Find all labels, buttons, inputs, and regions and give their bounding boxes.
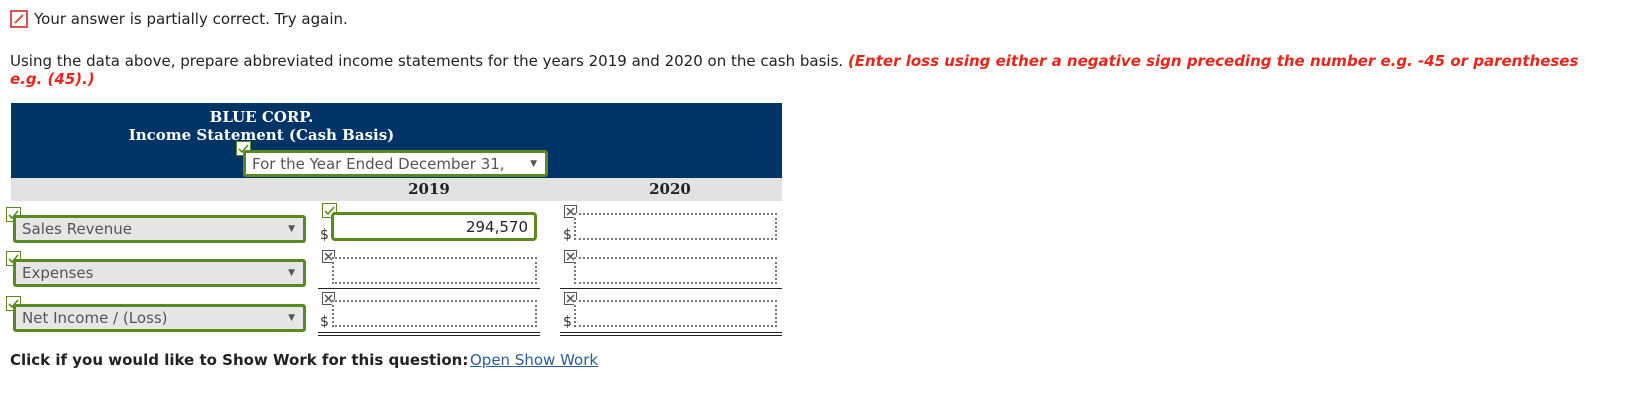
company-name: BLUE CORP.: [209, 108, 314, 126]
instructions-text: Using the data above, prepare abbreviate…: [10, 52, 844, 70]
row-label-dropdown[interactable]: Expenses ▼: [13, 259, 306, 287]
sales-revenue-2020-input[interactable]: [574, 213, 777, 240]
subtotal-line: [318, 288, 540, 289]
total-double-line: [560, 335, 782, 336]
pencil-icon: [10, 10, 28, 28]
chevron-down-icon: ▼: [530, 158, 537, 169]
year-2020-header: 2020: [649, 180, 691, 198]
sales-revenue-2019-input[interactable]: 294,570: [331, 212, 537, 241]
currency-symbol: $: [320, 227, 329, 243]
period-dropdown[interactable]: For the Year Ended December 31, ▼: [243, 150, 548, 177]
currency-symbol: $: [563, 314, 572, 330]
statement-title: Income Statement (Cash Basis): [128, 126, 395, 144]
show-work-prompt: Click if you would like to Show Work for…: [10, 351, 469, 369]
currency-symbol: $: [320, 314, 329, 330]
expenses-2019-input[interactable]: [332, 257, 537, 284]
total-double-line: [318, 332, 540, 333]
period-dropdown-value: For the Year Ended December 31,: [252, 154, 505, 173]
row-label-dropdown[interactable]: Net Income / (Loss) ▼: [13, 304, 306, 332]
chevron-down-icon: ▼: [288, 268, 295, 278]
status-message: Your answer is partially correct. Try ag…: [34, 10, 348, 28]
subtotal-line: [560, 288, 782, 289]
currency-symbol: $: [563, 227, 572, 243]
total-double-line: [560, 332, 782, 333]
chevron-down-icon: ▼: [288, 313, 295, 323]
year-2019-header: 2019: [408, 180, 450, 198]
chevron-down-icon: ▼: [288, 224, 295, 234]
open-show-work-link[interactable]: Open Show Work: [470, 351, 598, 369]
row-label-value: Net Income / (Loss): [22, 309, 168, 327]
expenses-2020-input[interactable]: [574, 257, 777, 284]
net-income-2019-input[interactable]: [332, 300, 537, 327]
answer-status: Your answer is partially correct. Try ag…: [10, 10, 348, 28]
row-label-value: Sales Revenue: [22, 220, 133, 238]
total-double-line: [318, 335, 540, 336]
row-label-dropdown[interactable]: Sales Revenue ▼: [13, 215, 306, 243]
question-instructions: Using the data above, prepare abbreviate…: [10, 52, 1615, 88]
net-income-2020-input[interactable]: [574, 300, 777, 327]
input-value: 294,570: [465, 217, 528, 236]
row-label-value: Expenses: [22, 264, 94, 282]
